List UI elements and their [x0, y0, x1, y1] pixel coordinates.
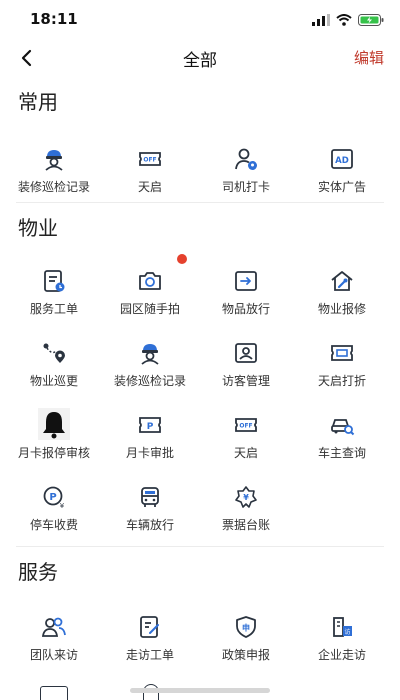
- bus-icon: [137, 484, 163, 510]
- tile-label: 车主查询: [317, 446, 366, 460]
- tile-label: 走访工单: [125, 648, 174, 662]
- tile-property-0[interactable]: 服务工单: [4, 260, 104, 332]
- section-title-property: 物业: [18, 216, 58, 240]
- tile-label: 车辆放行: [125, 518, 174, 532]
- ticket-discount-icon: [329, 340, 355, 366]
- service-order-icon: [41, 268, 67, 294]
- visitor-id-icon: [233, 340, 259, 366]
- parking-fee-icon: P ¥: [41, 484, 67, 510]
- tile-label: 天启: [137, 180, 162, 194]
- tile-label: 园区随手拍: [119, 302, 180, 316]
- battery-icon: [358, 11, 384, 30]
- status-time: 18:11: [30, 10, 78, 28]
- tile-label: 司机打卡: [221, 180, 270, 194]
- svg-text:申: 申: [242, 623, 250, 633]
- tile-label: 团队来访: [29, 648, 78, 662]
- tile-label: 装修巡检记录: [17, 180, 90, 194]
- wifi-icon: [336, 11, 352, 30]
- tile-label: 物品放行: [221, 302, 270, 316]
- nav-bar: 全部 编辑: [0, 38, 400, 78]
- tile-common-2[interactable]: 司机打卡: [196, 138, 296, 210]
- edit-form-icon: [137, 614, 163, 640]
- svg-text:¥: ¥: [243, 493, 249, 502]
- worker-helmet-icon: [41, 146, 67, 172]
- tile-label: 停车收费: [29, 518, 78, 532]
- repair-house-icon: [329, 268, 355, 294]
- shield-declare-icon: 申: [233, 614, 259, 640]
- tile-label: 服务工单: [29, 302, 78, 316]
- home-indicator: [130, 688, 270, 693]
- tile-property-2[interactable]: 物品放行: [196, 260, 296, 332]
- tile-label: 物业巡更: [29, 374, 78, 388]
- tile-service-1[interactable]: 走访工单: [100, 606, 200, 678]
- car-search-icon: [329, 412, 355, 438]
- tile-service-0[interactable]: 团队来访: [4, 606, 104, 678]
- off-ticket-icon: OFF: [233, 412, 259, 438]
- grid-property: 服务工单 园区随手拍 物品放行 物业报修 物业巡更 装修巡检记录 访客管理 天启…: [0, 260, 400, 548]
- tile-property-1[interactable]: 园区随手拍: [100, 260, 200, 332]
- tile-property-10[interactable]: OFF 天启: [196, 404, 296, 476]
- svg-text:AD: AD: [335, 156, 349, 166]
- status-icons: [312, 11, 384, 30]
- patrol-route-icon: [41, 340, 67, 366]
- section-title-service: 服务: [18, 560, 58, 584]
- tile-property-12[interactable]: P ¥ 停车收费: [4, 476, 104, 548]
- item-release-icon: [233, 268, 259, 294]
- ad-icon: AD: [329, 146, 355, 172]
- worker-helmet-icon: [137, 340, 163, 366]
- building-visit-icon: 访: [329, 614, 355, 640]
- driver-checkin-icon: [233, 146, 259, 172]
- tile-label: 物业报修: [317, 302, 366, 316]
- bill-ledger-icon: ¥: [233, 484, 259, 510]
- svg-text:OFF: OFF: [143, 157, 156, 164]
- bell-icon: [38, 408, 70, 440]
- tile-label: 实体广告: [317, 180, 366, 194]
- grid-common: 装修巡检记录 OFF 天启 司机打卡 AD 实体广告: [0, 138, 400, 210]
- tile-property-7[interactable]: 天启打折: [292, 332, 392, 404]
- signal-icon: [312, 11, 330, 30]
- tile-property-5[interactable]: 装修巡检记录: [100, 332, 200, 404]
- tile-property-14[interactable]: ¥ 票据台账: [196, 476, 296, 548]
- tile-property-13[interactable]: 车辆放行: [100, 476, 200, 548]
- tile-label: 企业走访: [317, 648, 366, 662]
- tile-service-2[interactable]: 申 政策申报: [196, 606, 296, 678]
- tile-label: 政策申报: [221, 648, 270, 662]
- svg-text:访: 访: [344, 628, 350, 636]
- tile-property-3[interactable]: 物业报修: [292, 260, 392, 332]
- divider: [16, 202, 384, 203]
- tile-property-11[interactable]: 车主查询: [292, 404, 392, 476]
- camera-icon: [137, 268, 163, 294]
- tile-common-1[interactable]: OFF 天启: [100, 138, 200, 210]
- tile-label: 月卡审批: [125, 446, 174, 460]
- divider: [16, 546, 384, 547]
- tile-common-0[interactable]: 装修巡检记录: [4, 138, 104, 210]
- tile-property-6[interactable]: 访客管理: [196, 332, 296, 404]
- tile-label: 访客管理: [221, 374, 270, 388]
- svg-text:P: P: [147, 422, 154, 432]
- status-bar: 18:11: [0, 0, 400, 36]
- section-title-common: 常用: [18, 90, 58, 114]
- tile-property-4[interactable]: 物业巡更: [4, 332, 104, 404]
- tile-service-3[interactable]: 访 企业走访: [292, 606, 392, 678]
- tile-label: 票据台账: [221, 518, 270, 532]
- team-icon: [41, 614, 67, 640]
- tile-label: 天启: [233, 446, 258, 460]
- parking-card-icon: P: [137, 412, 163, 438]
- svg-text:P: P: [49, 492, 56, 503]
- svg-text:¥: ¥: [60, 502, 65, 510]
- grid-service: 团队来访 走访工单 申 政策申报 访 企业走访: [0, 606, 400, 678]
- off-ticket-icon: OFF: [137, 146, 163, 172]
- tile-property-8[interactable]: 月卡报停审核: [4, 404, 104, 476]
- tile-label: 天启打折: [317, 374, 366, 388]
- tile-label: 装修巡检记录: [113, 374, 186, 388]
- tile-common-3[interactable]: AD 实体广告: [292, 138, 392, 210]
- tile-label: 月卡报停审核: [17, 446, 90, 460]
- partial-tile-icon: [40, 686, 68, 700]
- svg-text:OFF: OFF: [239, 423, 252, 430]
- tile-property-9[interactable]: P 月卡审批: [100, 404, 200, 476]
- edit-button[interactable]: 编辑: [354, 47, 384, 68]
- page-title: 全部: [183, 51, 217, 71]
